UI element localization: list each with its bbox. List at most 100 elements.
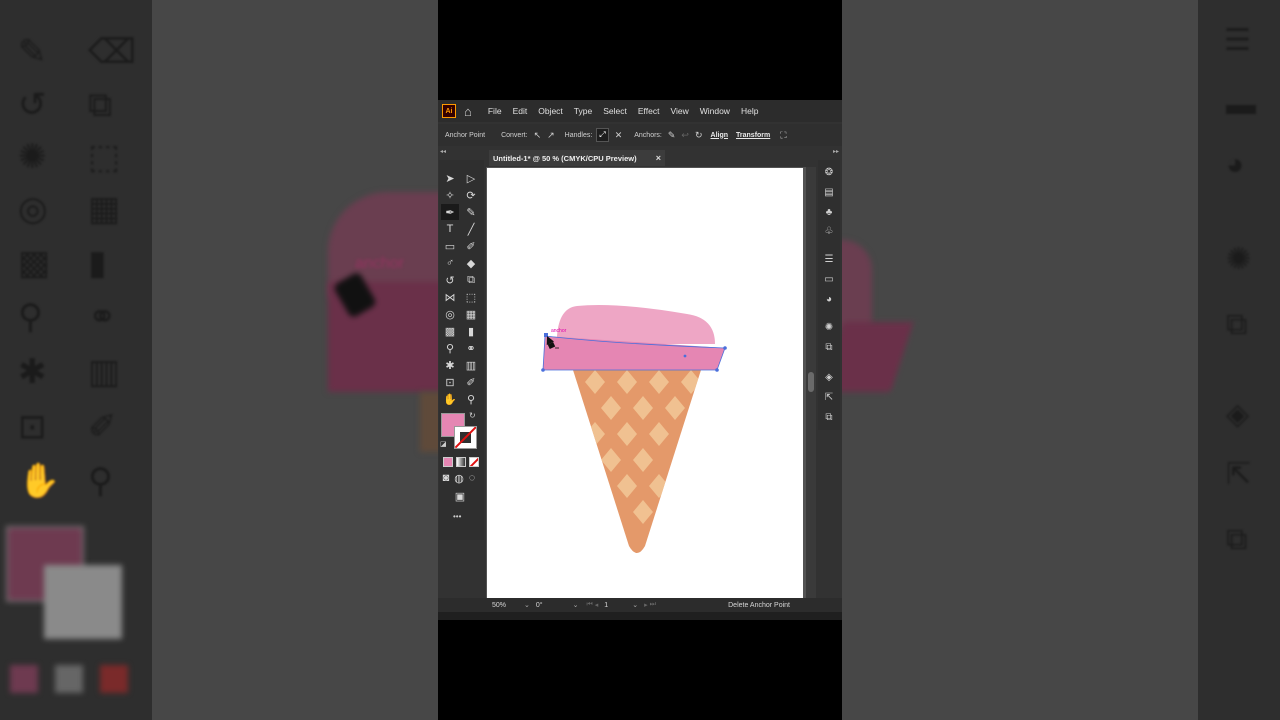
background-swatch-small-3 — [100, 665, 128, 693]
panel-collapse-left[interactable]: ◂◂ — [440, 148, 446, 155]
menu-effect[interactable]: Effect — [638, 106, 660, 116]
zoom-level[interactable]: 50% — [492, 602, 506, 609]
anchor-point[interactable] — [715, 368, 719, 372]
column-graph-tool-icon[interactable]: ▥ — [462, 357, 480, 373]
convert-smooth-icon[interactable]: ↗ — [547, 130, 555, 141]
transparency-panel-icon[interactable]: ◕ — [822, 292, 836, 306]
center-point — [683, 354, 687, 358]
home-icon[interactable]: ⌂ — [464, 104, 472, 119]
anchor-point[interactable] — [541, 368, 545, 372]
more-tools-icon[interactable]: ••• — [453, 512, 461, 521]
mesh-tool-icon[interactable]: ▩ — [441, 323, 459, 339]
background-appearance-icon: ✺ — [1226, 243, 1252, 276]
stroke-panel-icon[interactable]: ☰ — [822, 252, 836, 266]
draw-inside-icon[interactable]: ◌ — [465, 470, 479, 486]
document-tab-title: Untitled-1* @ 50 % (CMYK/CPU Preview) — [493, 153, 637, 163]
zoom-dropdown-icon[interactable]: ⌄ — [524, 601, 530, 609]
menu-select[interactable]: Select — [603, 106, 627, 116]
rectangle-tool-icon[interactable]: ▭ — [441, 238, 459, 254]
color-guide-icon[interactable]: ▤ — [822, 185, 836, 199]
show-handles-icon[interactable]: ⤢ — [596, 128, 609, 142]
draw-behind-icon[interactable]: ◍ — [452, 470, 466, 486]
convert-corner-icon[interactable]: ↖ — [534, 130, 542, 141]
last-artboard-icon[interactable]: ⏭ — [650, 601, 656, 609]
handles-label: Handles: — [564, 131, 593, 139]
rotation-value[interactable]: 0° — [536, 602, 543, 609]
previous-artboard-icon[interactable]: ◂ — [595, 601, 599, 609]
direct-selection-tool-icon[interactable]: ▷ — [462, 170, 480, 186]
menu-view[interactable]: View — [670, 106, 688, 116]
menu-help[interactable]: Help — [741, 106, 758, 116]
asset-export-icon[interactable]: ⇱ — [822, 390, 836, 404]
menu-type[interactable]: Type — [574, 106, 592, 116]
type-tool-icon[interactable]: T — [441, 221, 459, 237]
rotation-dropdown-icon[interactable]: ⌄ — [573, 601, 579, 609]
artboard-tool-icon[interactable]: ⊡ — [441, 374, 459, 390]
appearance-panel-icon[interactable]: ✺ — [822, 320, 836, 334]
close-icon[interactable]: × — [656, 153, 661, 163]
artboard-number[interactable]: 1 — [604, 602, 608, 609]
zoom-tool-icon[interactable]: ⚲ — [462, 391, 480, 407]
symbol-sprayer-tool-icon[interactable]: ✱ — [441, 357, 459, 373]
curvature-tool-icon[interactable]: ✎ — [462, 204, 480, 220]
canvas-area[interactable]: anchor — [486, 167, 806, 599]
artboards-panel-icon[interactable]: ⧉ — [822, 410, 836, 424]
isolate-icon[interactable]: ⛶ — [780, 130, 786, 141]
blend-tool-icon[interactable]: ⚭ — [462, 340, 480, 356]
swap-fill-stroke-icon[interactable]: ↻ — [469, 411, 476, 420]
scrollbar-thumb[interactable] — [808, 372, 814, 392]
gradient-mode-icon[interactable] — [456, 457, 466, 467]
next-artboard-icon[interactable]: ▸ — [644, 601, 648, 609]
shaper-tool-icon[interactable]: ♂ — [441, 255, 459, 271]
eraser-tool-icon[interactable]: ◆ — [462, 255, 480, 271]
symbols-panel-icon[interactable]: ♣ — [822, 205, 836, 219]
none-mode-icon[interactable] — [469, 457, 479, 467]
menu-window[interactable]: Window — [700, 106, 730, 116]
draw-normal-icon[interactable]: ◙ — [439, 470, 453, 486]
color-panel-icon[interactable]: ❂ — [822, 165, 836, 179]
stroke-swatch[interactable] — [454, 426, 477, 449]
transform-link[interactable]: Transform — [736, 132, 770, 139]
free-transform-tool-icon[interactable]: ⬚ — [462, 289, 480, 305]
brushes-panel-icon[interactable]: ♧ — [822, 224, 836, 238]
paintbrush-tool-icon[interactable]: ✐ — [462, 238, 480, 254]
scale-tool-icon[interactable]: ⧉ — [462, 272, 480, 288]
color-mode-icon[interactable] — [443, 457, 453, 467]
rotate-tool-icon[interactable]: ↺ — [441, 272, 459, 288]
shape-builder-tool-icon[interactable]: ◎ — [441, 306, 459, 322]
connect-anchor-icon[interactable]: ↩ — [681, 130, 689, 141]
perspective-grid-tool-icon[interactable]: ▦ — [462, 306, 480, 322]
artboard-dropdown-icon[interactable]: ⌄ — [632, 601, 638, 609]
magic-wand-tool-icon[interactable]: ✧ — [441, 187, 459, 203]
gradient-tool-icon[interactable]: ▮ — [462, 323, 480, 339]
gradient-panel-icon[interactable]: ▭ — [822, 272, 836, 286]
selection-tool-icon[interactable]: ➤ — [441, 170, 459, 186]
background-menu-icon: ☰ — [1224, 24, 1251, 57]
width-tool-icon[interactable]: ⋈ — [441, 289, 459, 305]
status-text[interactable]: Delete Anchor Point — [728, 602, 790, 609]
remove-anchor-icon[interactable]: ✎ — [668, 130, 676, 141]
first-artboard-icon[interactable]: ⏮ — [586, 601, 592, 609]
document-tab[interactable]: Untitled-1* @ 50 % (CMYK/CPU Preview) × — [489, 150, 665, 166]
menu-file[interactable]: File — [488, 106, 502, 116]
screen-mode-icon[interactable]: ▣ — [451, 488, 469, 504]
anchor-point[interactable] — [723, 346, 727, 350]
menu-edit[interactable]: Edit — [513, 106, 528, 116]
eyedropper-tool-icon[interactable]: ⚲ — [441, 340, 459, 356]
cut-path-icon[interactable]: ↻ — [695, 130, 703, 141]
vertical-scrollbar[interactable] — [806, 167, 816, 599]
hand-tool-icon[interactable]: ✋ — [441, 391, 459, 407]
layers-panel-icon[interactable]: ◈ — [822, 370, 836, 384]
default-fill-stroke-icon[interactable]: ◪ — [440, 440, 447, 448]
line-tool-icon[interactable]: ╱ — [462, 221, 480, 237]
lasso-tool-icon[interactable]: ⟳ — [462, 187, 480, 203]
panel-collapse-right[interactable]: ▸▸ — [833, 148, 839, 155]
menu-object[interactable]: Object — [538, 106, 563, 116]
align-link[interactable]: Align — [711, 132, 729, 139]
ice-cream-top[interactable] — [557, 305, 715, 344]
pen-tool-icon[interactable]: ✒ — [441, 204, 459, 220]
graphic-styles-icon[interactable]: ⧉ — [822, 340, 836, 354]
slice-tool-icon[interactable]: ✐ — [462, 374, 480, 390]
hide-handles-icon[interactable]: ✕ — [615, 130, 623, 141]
artboard[interactable]: anchor — [487, 168, 803, 598]
